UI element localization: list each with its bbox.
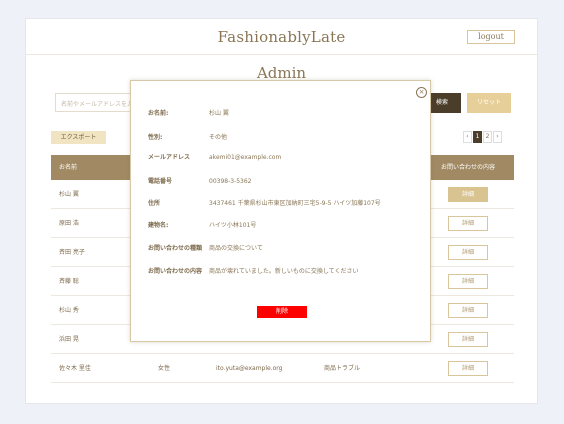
row-name: 原田 浩	[59, 220, 79, 227]
modal-field-label: 性別:	[148, 134, 163, 141]
row-name: 浜田 晃	[59, 336, 79, 343]
modal-field: 電話番号 00398-3-5362	[148, 177, 428, 187]
modal-field-value: 商品が壊れていました。新しいものに交換してください	[209, 268, 359, 275]
row-category: 商品トラブル	[324, 365, 361, 372]
pagination-next[interactable]: ›	[493, 131, 502, 143]
modal-field-label: メールアドレス	[148, 154, 191, 161]
detail-button[interactable]: 詳細	[448, 303, 488, 318]
reset-button[interactable]: リセット	[467, 93, 511, 113]
contact-detail-modal: × お名前: 杉山 翼性別: その他メールアドレス akemi01@example.c…	[130, 80, 431, 342]
modal-field: メールアドレス akemi01@example.com	[148, 153, 428, 163]
modal-field-value: ハイツ小林101号	[209, 222, 257, 229]
modal-field-label: 電話番号	[148, 178, 173, 185]
search-input[interactable]: 名前やメールアドレスを入力してください	[55, 93, 135, 112]
modal-field-value: 3437461 千葉県杉山市東区加納町三宅5-9-5 ハイツ加藤107号	[209, 200, 381, 207]
logout-button[interactable]: logout	[467, 30, 515, 44]
modal-field-label: お問い合わせの内容	[148, 268, 203, 275]
pagination-page-1[interactable]: 1	[473, 131, 482, 143]
pagination-page-2[interactable]: 2	[483, 131, 492, 143]
table-row: 佐々木 里佳 女性 ito.yuta@example.org 商品トラブル 詳細	[51, 354, 514, 383]
detail-button[interactable]: 詳細	[448, 274, 488, 289]
row-name: 杉山 秀	[59, 307, 79, 314]
modal-field-label: お名前:	[148, 110, 169, 117]
detail-button[interactable]: 詳細	[448, 332, 488, 347]
modal-field: 性別: その他	[148, 133, 428, 143]
header-divider	[26, 54, 537, 55]
row-name: 斉田 亮子	[59, 249, 85, 256]
header-name: お名前	[59, 164, 78, 171]
detail-button[interactable]: 詳細	[448, 187, 488, 202]
modal-field: 建物名: ハイツ小林101号	[148, 221, 428, 231]
modal-field: お問い合わせの種類 商品の交換について	[148, 244, 428, 254]
row-name: 杉山 翼	[59, 191, 79, 198]
modal-field-value: その他	[209, 134, 228, 141]
header-detail: お問い合わせの内容	[441, 164, 496, 171]
modal-field-label: 住所	[148, 200, 161, 207]
pagination: ‹ 1 2 ›	[463, 131, 502, 143]
modal-field: お名前: 杉山 翼	[148, 109, 428, 119]
modal-field: 住所 3437461 千葉県杉山市東区加納町三宅5-9-5 ハイツ加藤107号	[148, 199, 428, 209]
detail-button[interactable]: 詳細	[448, 216, 488, 231]
modal-field-value: 商品の交換について	[209, 245, 263, 252]
detail-button[interactable]: 詳細	[448, 361, 488, 376]
modal-field-label: 建物名:	[148, 222, 169, 229]
row-name: 斉藤 聡	[59, 278, 79, 285]
row-email: ito.yuta@example.org	[216, 365, 283, 372]
row-name: 佐々木 里佳	[59, 365, 91, 372]
modal-field: お問い合わせの内容 商品が壊れていました。新しいものに交換してください	[148, 267, 428, 277]
brand-logo: FashionablyLate	[217, 28, 346, 46]
pagination-prev[interactable]: ‹	[463, 131, 472, 143]
export-button[interactable]: エクスポート	[51, 131, 106, 144]
modal-field-value: 00398-3-5362	[209, 178, 252, 185]
delete-button[interactable]: 削除	[257, 306, 307, 318]
close-icon[interactable]: ×	[416, 87, 427, 98]
detail-button[interactable]: 詳細	[448, 245, 488, 260]
modal-field-value: akemi01@example.com	[209, 154, 282, 161]
modal-field-value: 杉山 翼	[209, 110, 229, 117]
row-gender: 女性	[158, 365, 171, 372]
modal-field-label: お問い合わせの種類	[148, 245, 203, 252]
